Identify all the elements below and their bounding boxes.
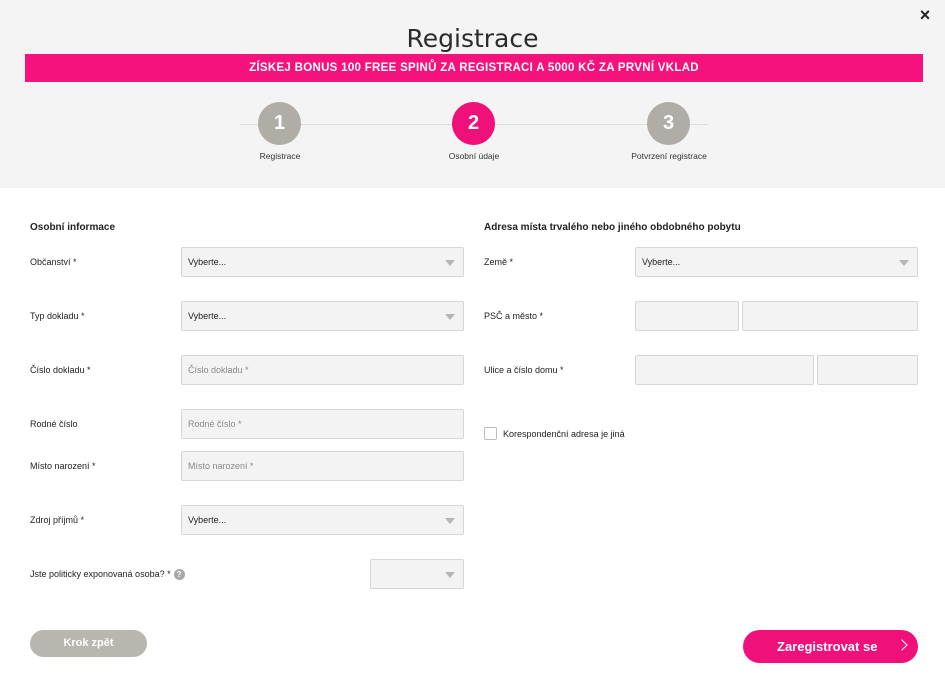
pep-label: Jste politicky exponovaná osoba? *? [30, 569, 185, 581]
step-1-circle: 1 [258, 102, 301, 145]
chevron-down-icon [445, 260, 455, 266]
bonus-banner: ZÍSKEJ BONUS 100 FREE SPINŮ ZA REGISTRAC… [25, 54, 923, 82]
help-icon[interactable]: ? [173, 569, 185, 581]
pep-select[interactable] [370, 559, 464, 589]
income-source-label: Zdroj příjmů * [30, 515, 85, 525]
zip-city-label: PSČ a město * [484, 311, 544, 321]
header-area: × Registrace ZÍSKEJ BONUS 100 FREE SPINŮ… [0, 0, 945, 188]
house-number-input[interactable] [817, 355, 918, 385]
income-source-select[interactable]: Vyberte... [181, 505, 464, 535]
doc-number-label: Číslo dokladu * [30, 365, 91, 375]
citizenship-label: Občanství * [30, 257, 77, 267]
birth-place-label: Místo narození * [30, 461, 96, 471]
income-source-value: Vyberte... [188, 515, 227, 525]
street-label: Ulice a číslo domu * [484, 365, 564, 375]
correspondence-label: Korespondenční adresa je jiná [503, 429, 625, 439]
country-select[interactable]: Vyberte... [635, 247, 918, 277]
doc-number-input[interactable]: Číslo dokladu * [181, 355, 464, 385]
address-section-title: Adresa místa trvalého nebo jiného obdobn… [484, 222, 741, 233]
step-3-label: Potvrzení registrace [631, 151, 707, 161]
back-button[interactable]: Krok zpět [30, 630, 147, 657]
chevron-right-icon [896, 639, 908, 651]
page-title: Registrace [406, 24, 539, 53]
city-input[interactable] [742, 301, 918, 331]
register-button-label: Zaregistrovat se [777, 639, 878, 654]
citizenship-value: Vyberte... [188, 257, 227, 267]
citizenship-select[interactable]: Vyberte... [181, 247, 464, 277]
step-3-circle: 3 [647, 102, 690, 145]
birth-place-input[interactable]: Místo narození * [181, 451, 464, 481]
register-button[interactable]: Zaregistrovat se [743, 630, 918, 663]
country-label: Země * [484, 257, 514, 267]
street-input[interactable] [635, 355, 814, 385]
step-2-label: Osobní údaje [448, 151, 500, 161]
step-2-circle: 2 [452, 102, 495, 145]
chevron-down-icon [899, 260, 909, 266]
doc-type-value: Vyberte... [188, 311, 227, 321]
country-value: Vyberte... [642, 257, 681, 267]
close-icon[interactable]: × [915, 5, 935, 25]
step-1-label: Registrace [259, 151, 301, 161]
chevron-down-icon [445, 518, 455, 524]
doc-type-select[interactable]: Vyberte... [181, 301, 464, 331]
personal-section-title: Osobní informace [30, 222, 116, 233]
pep-label-text: Jste politicky exponovaná osoba? * [30, 569, 171, 579]
correspondence-checkbox[interactable] [484, 427, 497, 440]
chevron-down-icon [445, 572, 455, 578]
chevron-down-icon [445, 314, 455, 320]
birth-number-label: Rodné číslo [30, 419, 78, 429]
birth-number-input[interactable]: Rodné číslo * [181, 409, 464, 439]
doc-type-label: Typ dokladu * [30, 311, 85, 321]
zip-input[interactable] [635, 301, 739, 331]
